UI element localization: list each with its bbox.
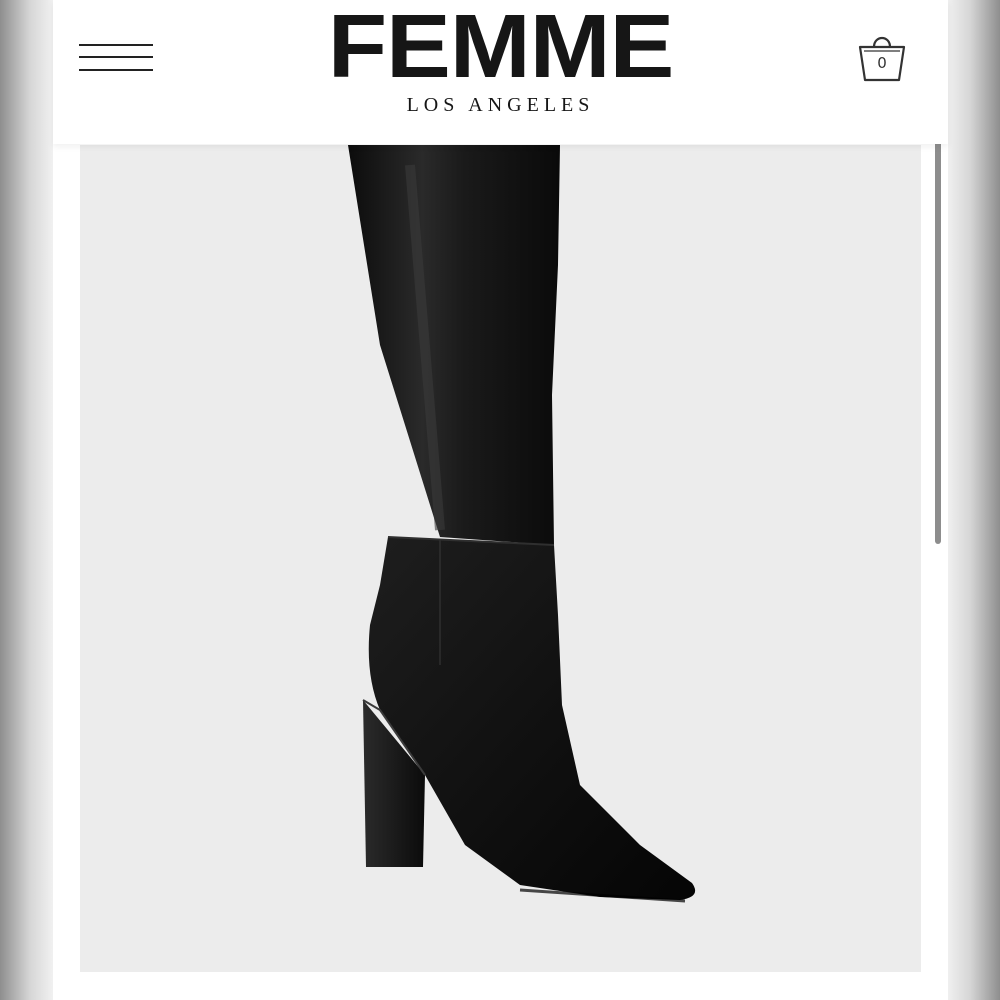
- brand-subtitle: LOS ANGELES: [406, 94, 595, 116]
- black-knee-high-boot-image: [348, 145, 696, 903]
- product-image[interactable]: [80, 145, 921, 972]
- site-header: FEMME LOS ANGELES 0: [53, 0, 948, 144]
- page: FEMME LOS ANGELES 0: [53, 0, 948, 1000]
- cart-button[interactable]: 0: [856, 35, 908, 85]
- brand-name: FEMME: [327, 0, 675, 97]
- cart-count: 0: [877, 54, 887, 72]
